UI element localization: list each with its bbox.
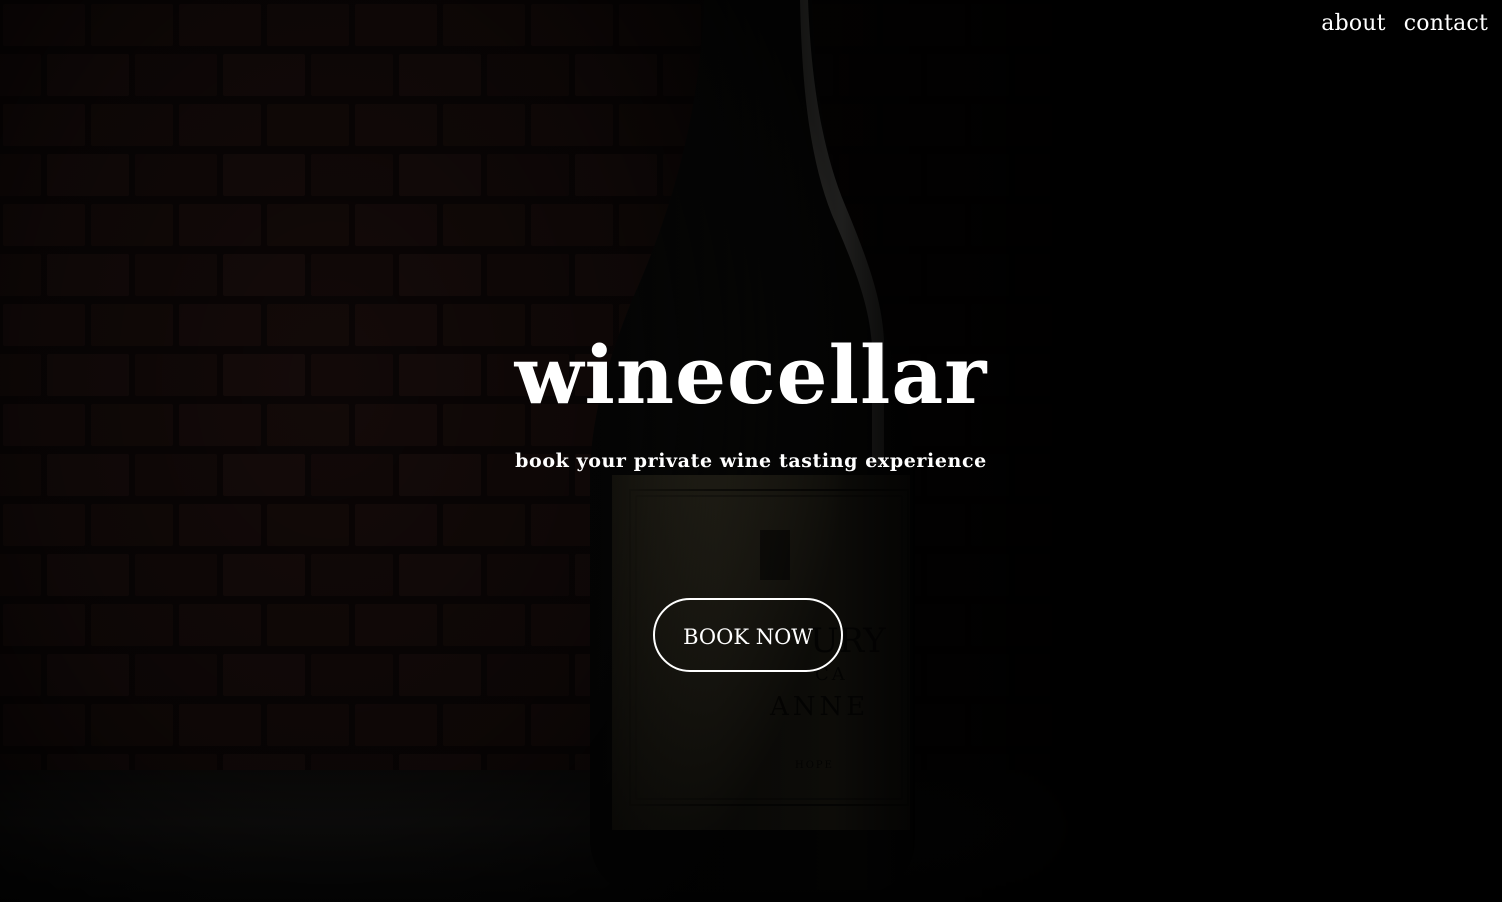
- svg-text:HOPE: HOPE: [795, 760, 834, 771]
- nav-about-link[interactable]: about: [1321, 8, 1385, 40]
- hero-section: URY CA ANNE HOPE about contact winecella…: [0, 0, 1502, 902]
- top-nav: about contact: [1321, 8, 1488, 40]
- nav-contact-link[interactable]: contact: [1404, 8, 1488, 40]
- book-now-button[interactable]: BOOK NOW: [653, 598, 843, 672]
- svg-text:ANNE: ANNE: [769, 692, 869, 722]
- page-subtitle: book your private wine tasting experienc…: [515, 450, 987, 472]
- page-title: winecellar: [514, 328, 988, 422]
